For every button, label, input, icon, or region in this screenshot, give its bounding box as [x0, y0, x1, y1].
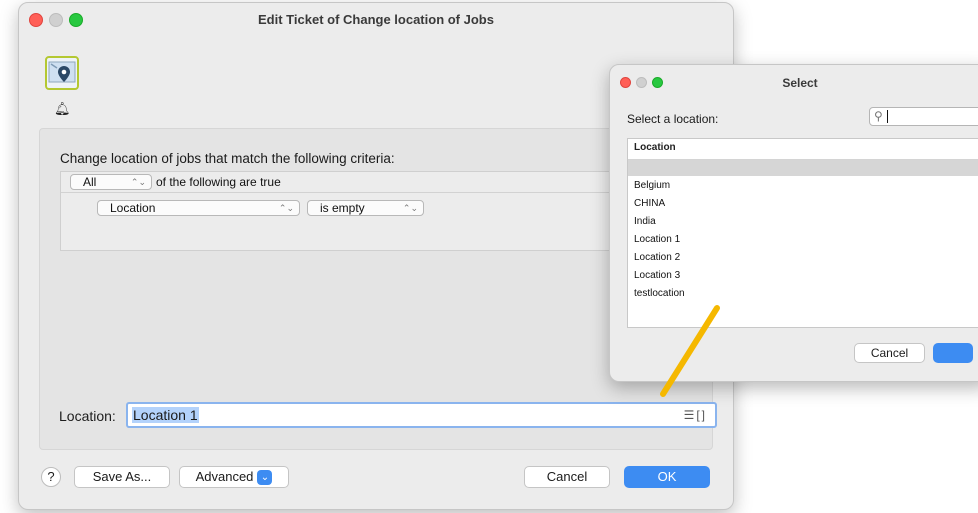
criteria-match-row: All ⌃⌄ of the following are true [61, 172, 621, 193]
chevron-updown-icon: ⌃⌄ [130, 177, 146, 187]
location-list[interactable]: Location Belgium CHINA India Location 1 … [627, 138, 978, 328]
select-prompt: Select a location: [627, 112, 719, 126]
bell-icon[interactable]: 🔔︎ [54, 101, 71, 117]
criteria-heading: Change location of jobs that match the f… [60, 151, 395, 166]
title-bar[interactable]: Edit Ticket of Change location of Jobs [19, 3, 733, 35]
location-field-value: Location 1 [132, 407, 199, 423]
brackets-icon[interactable]: [] [696, 408, 707, 422]
location-pin-icon [45, 56, 79, 90]
list-item[interactable]: testlocation [634, 288, 685, 299]
save-as-button[interactable]: Save As... [74, 466, 170, 488]
advanced-button[interactable]: Advanced ⌄ [179, 466, 289, 488]
match-select-value: All [83, 175, 97, 189]
advanced-label: Advanced [195, 469, 254, 484]
chevron-down-icon: ⌄ [257, 470, 273, 486]
save-as-label: Save As... [92, 469, 152, 484]
search-input[interactable]: ⚲ [869, 107, 978, 126]
selected-list-row[interactable] [628, 160, 978, 176]
list-item[interactable]: India [634, 216, 656, 227]
list-icon[interactable]: ☰ [684, 408, 697, 422]
list-column-header[interactable]: Location [628, 139, 978, 160]
chevron-updown-icon: ⌃⌄ [278, 203, 294, 213]
operator-select-value: is empty [320, 201, 365, 215]
help-button[interactable]: ? [41, 467, 61, 487]
match-select[interactable]: All ⌃⌄ [70, 174, 152, 190]
field-select-value: Location [110, 201, 156, 215]
text-caret [887, 110, 888, 123]
cancel-label: Cancel [546, 469, 588, 484]
criteria-box: All ⌃⌄ of the following are true Locatio… [60, 171, 621, 251]
select-dialog: Select Select a location: ⚲ Location Bel… [609, 64, 978, 382]
match-suffix: of the following are true [156, 175, 281, 189]
list-item[interactable]: Location 2 [634, 252, 680, 263]
ok-button[interactable]: OK [624, 466, 710, 488]
list-item[interactable]: Location 3 [634, 270, 680, 281]
list-item[interactable]: Location 1 [634, 234, 680, 245]
window-title: Edit Ticket of Change location of Jobs [258, 12, 494, 27]
search-icon: ⚲ [874, 109, 883, 123]
dialog-ok-button[interactable] [933, 343, 973, 363]
ok-label: OK [657, 469, 677, 484]
location-label: Location: [59, 408, 116, 424]
chevron-updown-icon: ⌃⌄ [402, 203, 418, 213]
location-field[interactable]: Location 1 ☰[] [126, 402, 717, 428]
operator-select[interactable]: is empty ⌃⌄ [307, 200, 424, 216]
list-item[interactable]: CHINA [634, 198, 665, 209]
dialog-title: Select [782, 76, 818, 90]
cancel-button[interactable]: Cancel [524, 466, 610, 488]
dialog-cancel-button[interactable]: Cancel [854, 343, 925, 363]
list-item[interactable]: Belgium [634, 180, 670, 191]
field-select[interactable]: Location ⌃⌄ [97, 200, 300, 216]
